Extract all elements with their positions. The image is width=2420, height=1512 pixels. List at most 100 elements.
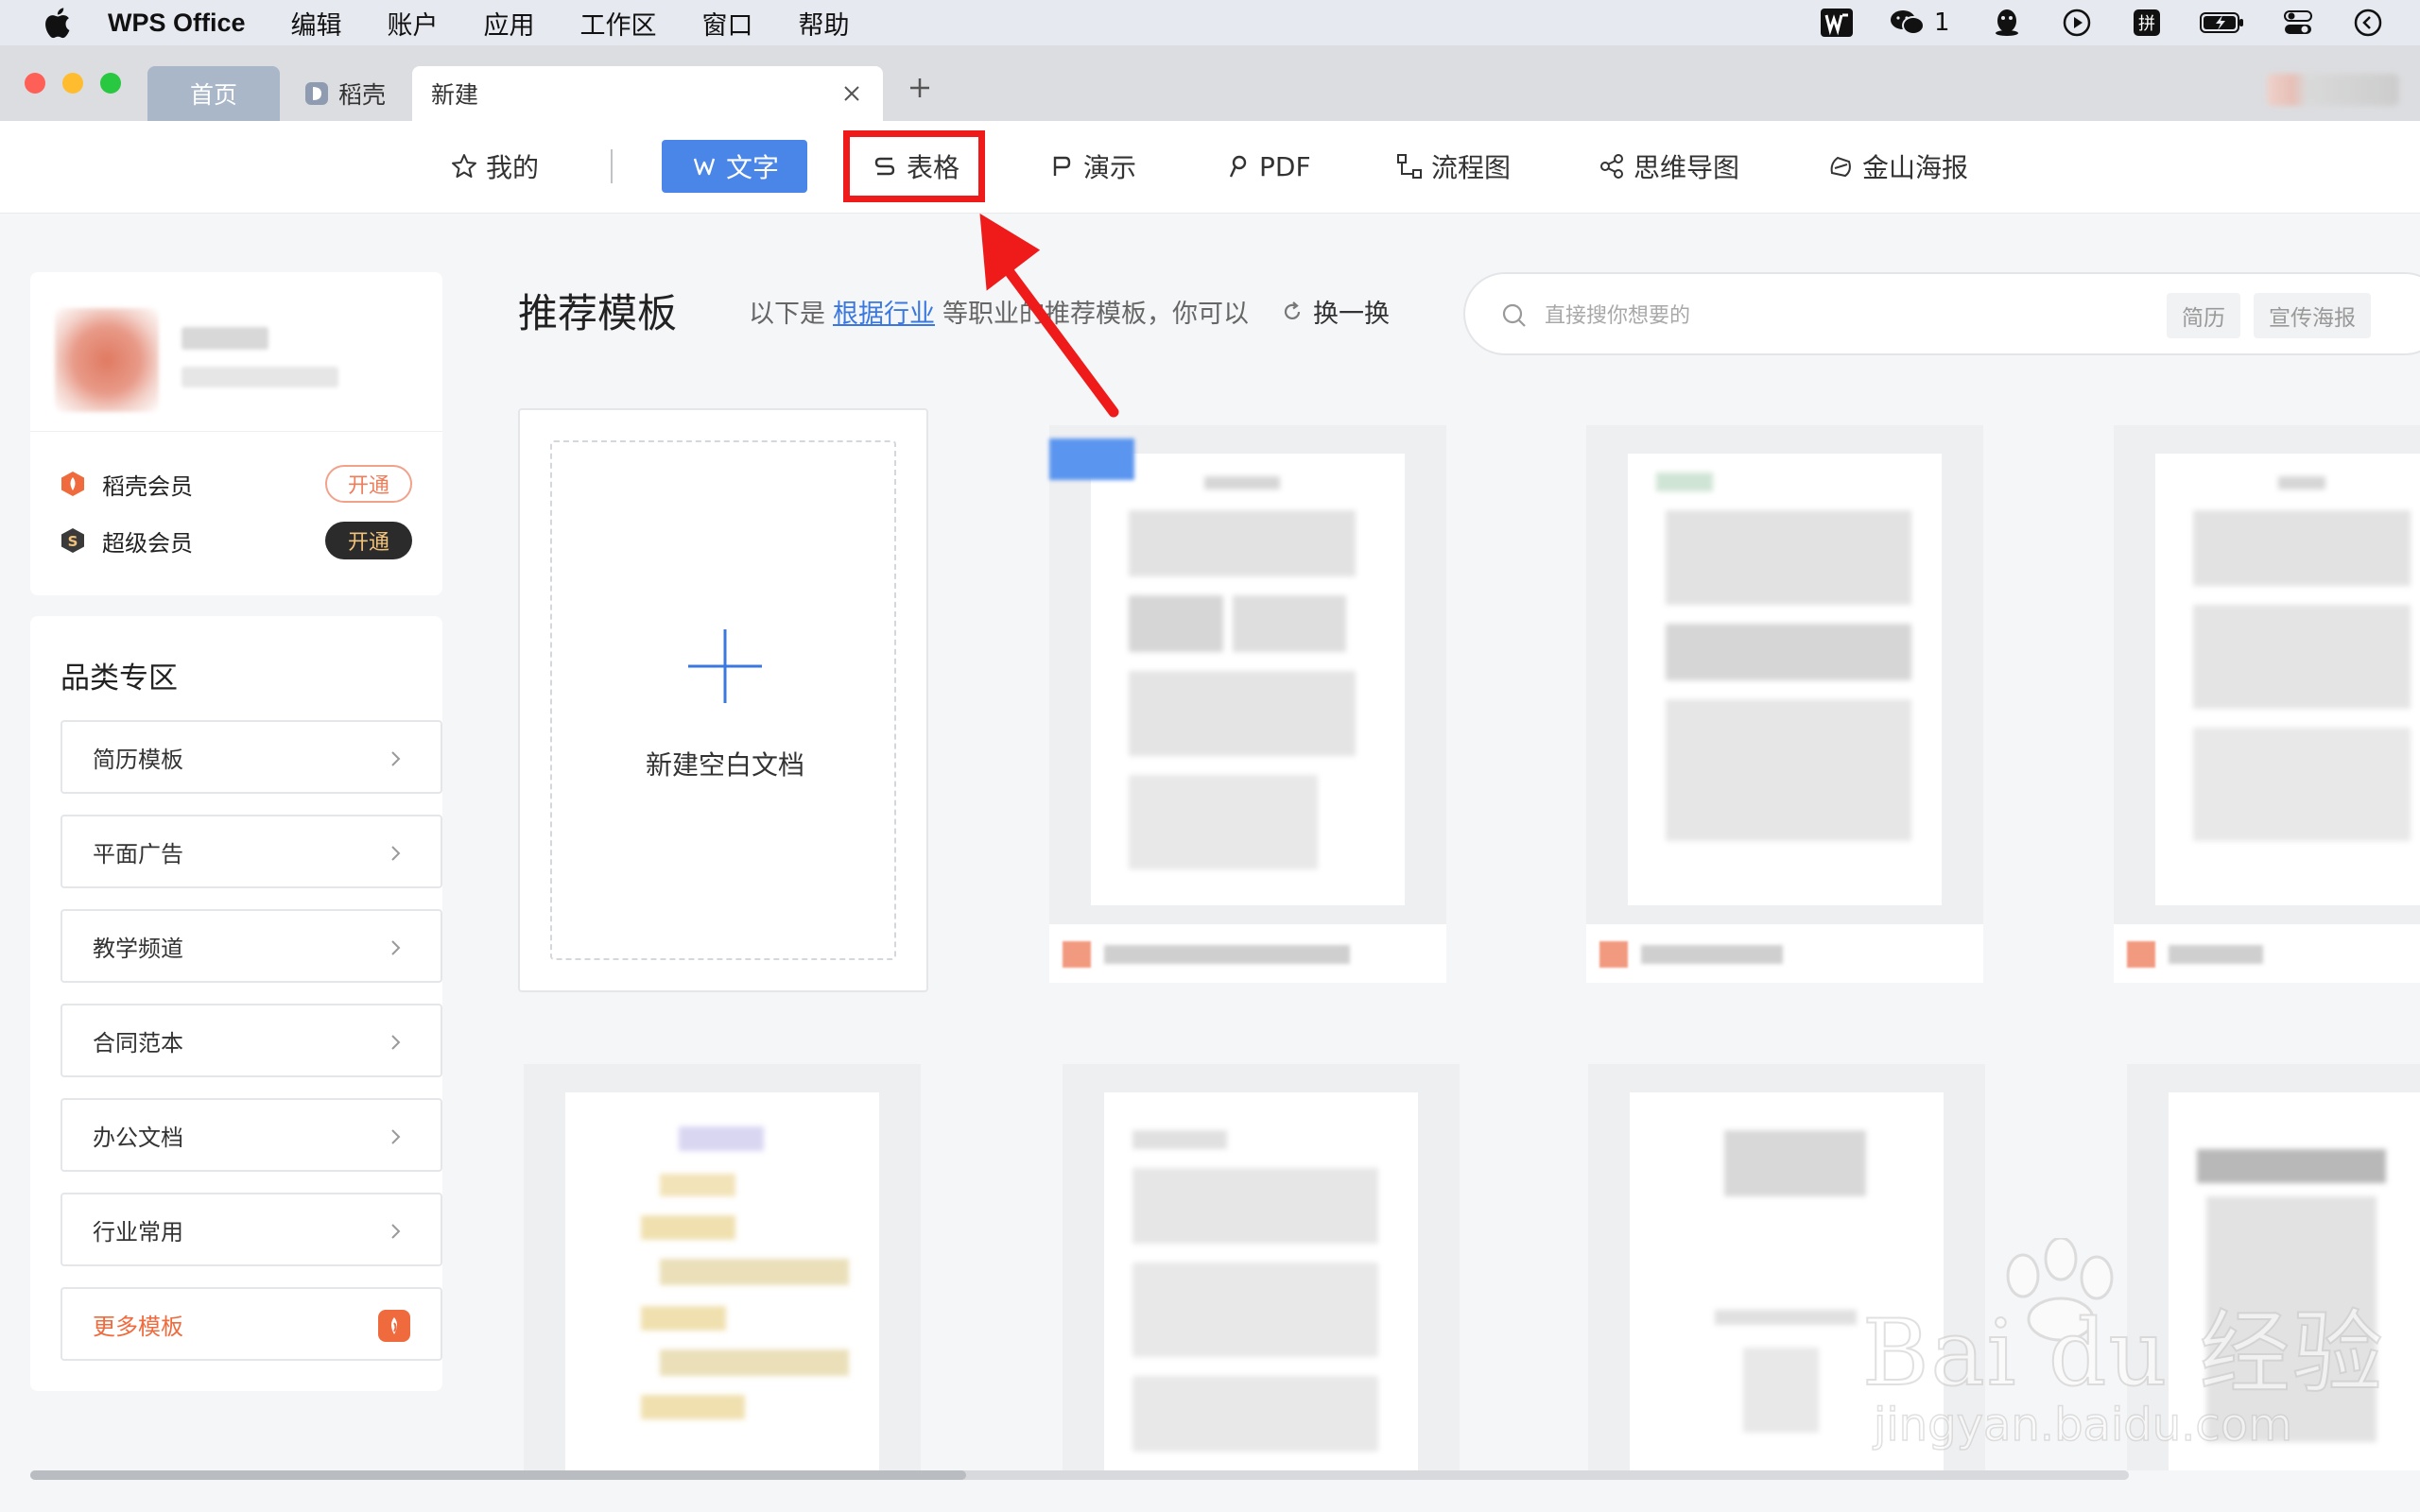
docer-logo-icon [378, 1310, 410, 1342]
template-preview [565, 1092, 879, 1470]
type-tab-poster[interactable]: 金山海报 [1826, 140, 1968, 193]
template-card[interactable] [1049, 425, 1446, 983]
macos-menu-bar: WPS Office 编辑 账户 应用 工作区 窗口 帮助 1 拼 [0, 0, 2420, 45]
wps-status-icon[interactable] [1819, 8, 1855, 38]
category-item-industry[interactable]: 行业常用 [60, 1193, 442, 1266]
category-item-label: 平面广告 [93, 840, 183, 868]
more-templates-label: 更多模板 [93, 1313, 183, 1340]
battery-icon[interactable] [2199, 8, 2246, 38]
watermark-main-text: Bai du 经验 [1861, 1299, 2385, 1407]
search-input[interactable] [1545, 293, 2074, 338]
input-method-icon[interactable]: 拼 [2129, 8, 2165, 38]
tab-home[interactable]: 首页 [147, 66, 280, 121]
type-tab-mine[interactable]: 我的 [450, 140, 539, 193]
add-tab-icon[interactable] [906, 74, 934, 102]
chevron-right-icon [386, 842, 405, 861]
chevron-right-icon [386, 747, 405, 766]
zoom-window-button[interactable] [100, 73, 121, 94]
menu-edit[interactable]: 编辑 [291, 5, 342, 42]
menu-window[interactable]: 窗口 [702, 5, 753, 42]
template-card[interactable] [2114, 425, 2420, 983]
mindmap-icon [1598, 152, 1626, 180]
template-preview [1104, 1092, 1418, 1470]
template-footer [2114, 924, 2420, 983]
type-tab-flowchart[interactable]: 流程图 [1395, 140, 1511, 193]
app-menu-wps[interactable]: WPS Office [108, 9, 246, 38]
menu-help[interactable]: 帮助 [799, 5, 850, 42]
horizontal-scrollbar-thumb[interactable] [30, 1470, 966, 1480]
baidu-jingyan-watermark: Bai du 经验 jingyan.baidu.com [1853, 1238, 2401, 1465]
category-item-teaching[interactable]: 教学频道 [60, 909, 442, 983]
chevron-right-icon [386, 1220, 405, 1239]
docer-member-row: 稻壳会员 [59, 465, 193, 503]
user-card-divider [30, 431, 442, 432]
wechat-count: 1 [1934, 9, 1950, 37]
account-thumbnail[interactable] [2267, 74, 2399, 106]
refresh-icon [1281, 301, 1304, 323]
search-tag-poster[interactable]: 宣传海报 [2254, 293, 2371, 338]
menu-workspace[interactable]: 工作区 [580, 5, 657, 42]
docer-open-button[interactable]: 开通 [325, 465, 412, 503]
menu-account[interactable]: 账户 [388, 5, 439, 42]
type-tab-flowchart-label: 流程图 [1431, 152, 1512, 183]
annotation-arrow [979, 213, 1119, 418]
super-member-row: S 超级会员 [59, 522, 193, 559]
category-item-label: 合同范本 [93, 1029, 183, 1057]
annotation-highlight-box [843, 130, 985, 202]
poster-icon [1826, 152, 1855, 180]
category-item-print-ad[interactable]: 平面广告 [60, 815, 442, 888]
new-blank-document-card[interactable]: 新建空白文档 [518, 408, 928, 992]
type-tab-mindmap[interactable]: 思维导图 [1598, 140, 1739, 193]
category-item-resume[interactable]: 简历模板 [60, 720, 442, 794]
control-center-icon[interactable] [2280, 8, 2316, 38]
template-footer [1049, 924, 1446, 983]
close-tab-icon[interactable] [838, 79, 866, 108]
type-tab-mindmap-label: 思维导图 [1634, 152, 1740, 183]
wechat-icon[interactable]: 1 [1889, 8, 1955, 38]
template-card[interactable] [524, 1064, 921, 1470]
template-card[interactable] [1063, 1064, 1460, 1470]
search-icon [1499, 301, 1530, 331]
qq-icon[interactable] [1989, 8, 2025, 38]
type-tab-pdf[interactable]: PDF [1223, 140, 1311, 193]
tab-new[interactable]: 新建 [412, 66, 883, 121]
apple-icon[interactable] [38, 4, 76, 42]
template-badge [1049, 438, 1134, 480]
template-search-box[interactable]: 简历 宣传海报 [1463, 272, 2420, 355]
template-preview [2155, 454, 2420, 905]
star-icon [450, 152, 478, 180]
type-tab-writer-label: 文字 [725, 152, 779, 183]
tab-docer[interactable]: 稻壳 [284, 66, 406, 121]
pdf-icon [1223, 152, 1252, 180]
watermark-url-text: jingyan.baidu.com [1873, 1398, 2292, 1452]
clock-back-icon[interactable] [2350, 8, 2386, 38]
tab-new-label: 新建 [431, 81, 479, 109]
tab-home-label: 首页 [189, 81, 237, 109]
docer-member-label: 稻壳会员 [102, 472, 193, 500]
avatar[interactable] [55, 308, 159, 412]
play-icon[interactable] [2059, 8, 2095, 38]
category-item-contract[interactable]: 合同范本 [60, 1004, 442, 1077]
category-item-office-doc[interactable]: 办公文档 [60, 1098, 442, 1172]
template-preview [1091, 454, 1405, 905]
type-tab-pdf-label: PDF [1259, 150, 1311, 182]
industry-link[interactable]: 根据行业 [833, 293, 935, 330]
type-tab-presentation[interactable]: 演示 [1047, 140, 1136, 193]
minimize-window-button[interactable] [62, 73, 83, 94]
category-item-label: 教学频道 [93, 935, 183, 962]
super-member-icon: S [59, 526, 87, 555]
search-tag-resume[interactable]: 简历 [2167, 293, 2240, 338]
desc-prefix: 以下是 [749, 300, 825, 329]
presentation-icon [1047, 152, 1076, 180]
template-card[interactable] [1586, 425, 1983, 983]
super-member-label: 超级会员 [102, 529, 193, 557]
menu-apps[interactable]: 应用 [484, 5, 535, 42]
super-open-button[interactable]: 开通 [325, 522, 412, 559]
close-window-button[interactable] [25, 73, 45, 94]
writer-icon [690, 152, 718, 180]
type-tab-writer[interactable]: 文字 [662, 140, 807, 193]
shuffle-button[interactable]: 换一换 [1281, 293, 1390, 330]
chevron-right-icon [386, 936, 405, 955]
category-item-label: 简历模板 [93, 746, 183, 773]
more-templates-button[interactable]: 更多模板 [60, 1287, 442, 1361]
